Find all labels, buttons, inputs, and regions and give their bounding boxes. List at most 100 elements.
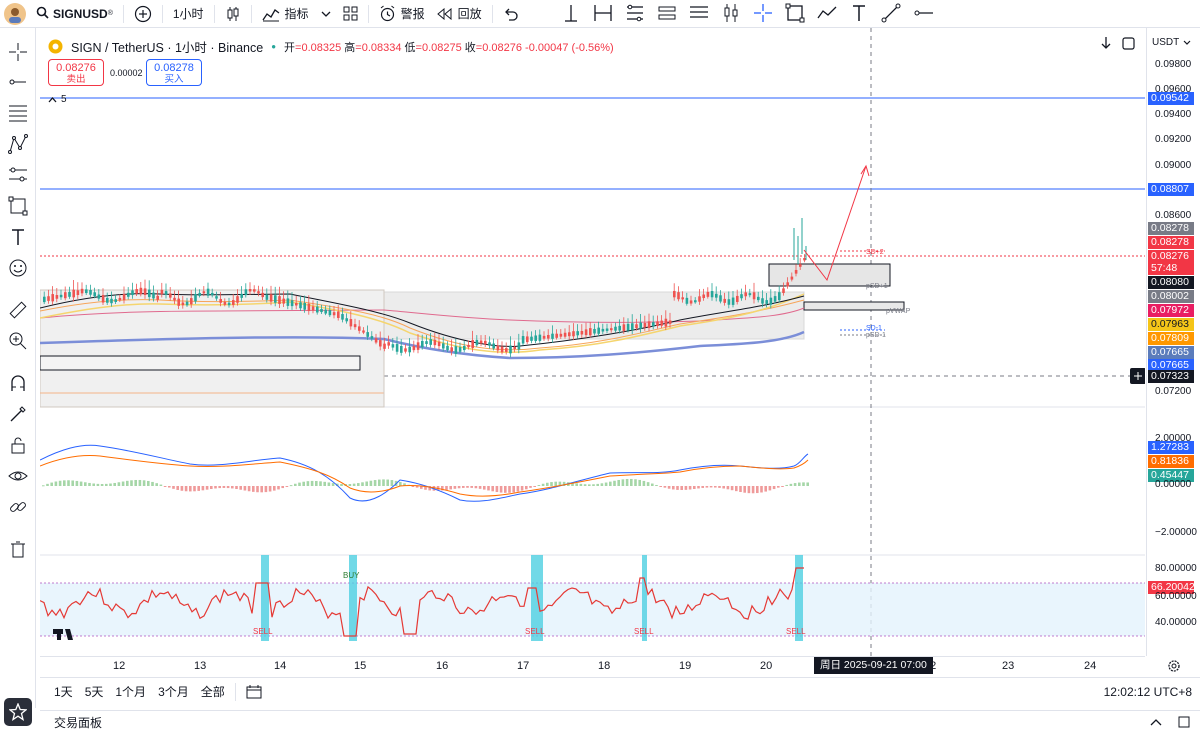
alarm-clock-icon [380, 5, 394, 22]
price-axis[interactable]: 0.09800 0.09600 0.09400 0.09200 0.09000 … [1146, 28, 1200, 656]
indicators-dropdown[interactable] [315, 0, 337, 28]
add-alert-plus-icon[interactable] [1130, 368, 1145, 384]
undo-button[interactable] [497, 0, 525, 28]
candle-body [639, 322, 642, 329]
spread-value: 0.00002 [110, 68, 143, 78]
candle-body [605, 328, 609, 331]
macd-bar [365, 481, 368, 486]
interval-button[interactable]: 1小时 [167, 0, 210, 28]
layout-button[interactable] [337, 0, 364, 28]
candles-icon [227, 6, 239, 21]
buy-button[interactable]: 0.08278 买入 [146, 59, 202, 86]
range-5d[interactable]: 5天 [79, 683, 110, 700]
trading-panel-bar[interactable]: 交易面板 [40, 710, 1200, 734]
rsi-signal-bar [349, 555, 357, 641]
time-tick: 18 [598, 660, 611, 672]
candle-body [349, 319, 353, 327]
chart-title[interactable]: SIGN / TetherUS · 1小时 · Binance [71, 37, 263, 56]
magnet-icon[interactable] [6, 371, 30, 395]
range-3m[interactable]: 3个月 [152, 683, 195, 700]
candle-body [475, 339, 479, 346]
candle-body [311, 306, 315, 311]
candle-body [584, 329, 588, 336]
ruler-icon[interactable] [6, 298, 30, 322]
indicators-button[interactable]: 指标 [256, 0, 315, 28]
horizontal-lines-tool-icon[interactable] [688, 2, 710, 24]
maximize-icon[interactable] [1178, 716, 1190, 728]
fib-retracement-icon[interactable] [6, 101, 30, 125]
parallel-channel-tool-icon[interactable] [656, 2, 678, 24]
candle-body [353, 324, 357, 328]
candle-body [177, 298, 180, 306]
price-tick: 0.09400 [1155, 109, 1192, 120]
candle-body [736, 295, 739, 302]
rectangle-tool-icon[interactable] [784, 2, 806, 24]
price-tag: 0.09542 [1148, 92, 1194, 105]
pencil-lock-icon[interactable] [6, 402, 30, 426]
symbol-search[interactable]: SIGNUSD ® [30, 0, 119, 28]
trend-line-tool-icon[interactable] [880, 2, 902, 24]
time-tick: 19 [679, 660, 692, 672]
macd-bar [760, 486, 763, 493]
candlestick-tool-icon[interactable] [720, 2, 742, 24]
calendar-range-icon[interactable] [246, 684, 262, 699]
vertical-line-tool-icon[interactable] [560, 2, 582, 24]
settings-gear-icon[interactable] [1167, 659, 1181, 673]
text-icon[interactable] [6, 225, 30, 249]
crosshair-tool-icon[interactable] [752, 2, 774, 24]
candle-body [72, 289, 75, 298]
time-axis[interactable]: 12 13 14 15 16 17 18 19 20 22 23 24 周日 2… [40, 656, 1180, 676]
macd-bar [390, 480, 394, 486]
add-symbol-button[interactable] [128, 0, 158, 28]
chevron-up-icon[interactable] [1150, 718, 1162, 726]
macd-bar [630, 478, 633, 486]
clock[interactable]: 12:02:12 UTC+8 [1104, 685, 1192, 699]
zoom-in-icon[interactable] [6, 329, 30, 353]
macd-bar [508, 486, 511, 493]
indicators-collapse-toggle[interactable]: 5 [48, 94, 67, 105]
trend-line-icon[interactable] [6, 70, 30, 94]
link-icon[interactable] [6, 495, 30, 519]
candle-type-button[interactable] [219, 0, 247, 28]
sell-button[interactable]: 0.08276 卖出 [48, 59, 104, 86]
path-tool-icon[interactable] [816, 2, 838, 24]
fullscreen-icon[interactable] [1122, 36, 1135, 50]
macd-bar [701, 486, 704, 488]
star-icon [9, 703, 27, 721]
macd-bar [46, 483, 49, 486]
eye-icon[interactable] [6, 464, 30, 488]
replay-label: 回放 [457, 7, 482, 21]
forecast-icon[interactable] [6, 163, 30, 187]
macd-bar [470, 486, 473, 488]
macd-bar [357, 483, 360, 486]
macd-bar [58, 480, 62, 486]
chart-canvas[interactable]: SD+2 pSD+1 pVWAP SD-1 pSD-1 BUY SELL SEL… [40, 28, 1145, 656]
price-range-tool-icon[interactable] [624, 2, 646, 24]
price-tick: 0.09800 [1155, 59, 1192, 70]
range-1d[interactable]: 1天 [48, 683, 79, 700]
lock-icon[interactable] [6, 433, 30, 457]
avatar[interactable] [0, 0, 30, 28]
emoji-icon[interactable] [6, 256, 30, 280]
range-all[interactable]: 全部 [195, 683, 231, 700]
text-tool-icon[interactable] [848, 2, 870, 24]
horizontal-ray-tool-icon[interactable] [912, 2, 934, 24]
range-1m[interactable]: 1个月 [109, 683, 152, 700]
macd-bar [781, 486, 784, 487]
arrow-down-icon[interactable] [1100, 36, 1112, 50]
alert-button[interactable]: 警报 [373, 0, 431, 28]
crosshair-icon[interactable] [6, 40, 30, 64]
macd-bar [474, 486, 478, 489]
candle-body [454, 346, 458, 354]
trash-icon[interactable] [6, 537, 30, 561]
replay-button[interactable]: 回放 [431, 0, 488, 28]
candle-body [496, 345, 500, 351]
pattern-icon[interactable] [6, 132, 30, 156]
macd-bar [789, 483, 793, 486]
time-tick: 12 [113, 660, 126, 672]
macd-bar [294, 483, 297, 486]
shapes-icon[interactable] [6, 194, 30, 218]
date-range-tool-icon[interactable] [592, 2, 614, 24]
favorites-button[interactable] [4, 698, 32, 726]
rsi-tick: 80.00000 [1155, 563, 1197, 574]
